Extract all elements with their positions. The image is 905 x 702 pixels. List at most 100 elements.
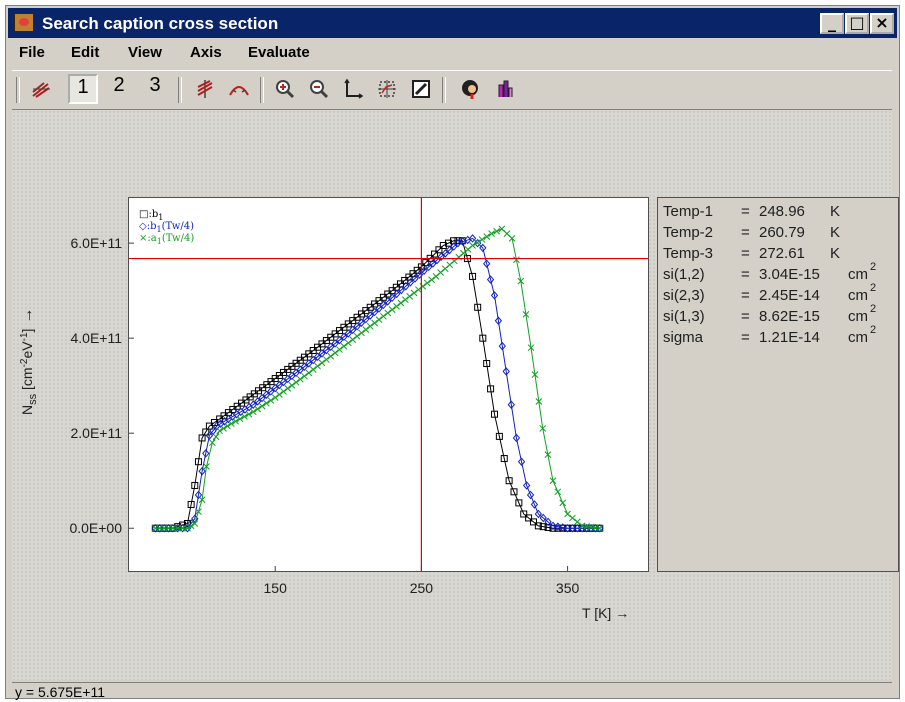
data-point (432, 273, 440, 280)
data-point (358, 329, 365, 337)
data-point (423, 279, 431, 287)
data-point (349, 336, 357, 343)
data-point (428, 276, 435, 284)
data-point (380, 312, 387, 320)
chart-bars-icon[interactable] (490, 74, 520, 104)
data-point (564, 510, 571, 518)
data-point (388, 306, 396, 314)
x-tick-label: 250 (410, 580, 434, 596)
data-point (353, 332, 361, 340)
data-point (340, 342, 348, 350)
data-point (401, 296, 409, 304)
data-point (406, 293, 414, 300)
data-point (314, 362, 321, 370)
x-axis-label: T [K] → (582, 605, 629, 621)
portrait-icon[interactable] (456, 74, 486, 104)
maximize-button[interactable]: □ (845, 13, 869, 34)
view-3-button[interactable]: 3 (140, 74, 170, 104)
data-point (464, 246, 472, 253)
toolbar-separator (260, 77, 264, 103)
data-point (559, 499, 567, 507)
data-point (393, 302, 400, 310)
data-point (296, 375, 304, 383)
data-point (455, 253, 463, 261)
data-point (441, 265, 449, 273)
data-point (318, 359, 326, 367)
peak-icon[interactable] (224, 74, 254, 104)
data-point (331, 349, 339, 357)
toolbar-separator (442, 77, 446, 103)
menu-edit[interactable]: Edit (71, 44, 99, 61)
y-tick-label: 0.0E+00 (69, 520, 122, 536)
edit-icon[interactable] (406, 74, 436, 104)
view-2-button[interactable]: 2 (104, 74, 134, 104)
data-point (371, 319, 378, 327)
zoom-in-icon[interactable] (270, 74, 300, 104)
data-point (280, 388, 287, 395)
toolbar: 1 2 3 (12, 70, 892, 110)
series-line (155, 237, 600, 529)
close-button[interactable]: × (870, 13, 894, 34)
menu-bar: File Edit View Axis Evaluate (8, 40, 897, 66)
window-title: Search caption cross section (42, 14, 279, 33)
app-icon[interactable] (14, 13, 34, 32)
series-line (155, 228, 600, 529)
data-point (415, 286, 422, 294)
legend-entry-a1-tw4: ×:a1(Tw/4) (139, 233, 194, 246)
data-point (323, 356, 330, 363)
zoom-out-icon[interactable] (304, 74, 334, 104)
data-point (191, 520, 199, 527)
data-point (284, 385, 292, 392)
data-point (327, 352, 335, 360)
readout-panel: Temp-1 = 248.96 K Temp-2 = 260.79 K Temp-3 = 272… (657, 197, 899, 572)
view-1-button[interactable]: 1 (68, 74, 98, 104)
data-point (554, 488, 562, 496)
menu-view[interactable]: View (128, 44, 162, 61)
x-tick-label: 150 (264, 580, 288, 596)
data-point (397, 299, 405, 307)
menu-file[interactable]: File (19, 44, 45, 61)
series-line (155, 240, 600, 529)
status-bar: y = 5.675E+11 (12, 682, 892, 701)
data-point (362, 326, 370, 333)
y-tick-label: 4.0E+11 (70, 330, 122, 346)
data-point (288, 381, 296, 389)
content-area: 150 250 350 0.0E+00 2.0E+11 4.0E+11 6.0E+11 □:… (12, 110, 899, 680)
app-window: Search caption cross section _ □ × File … (5, 5, 900, 701)
data-point (437, 269, 444, 276)
data-point (276, 391, 283, 398)
minimize-button[interactable]: _ (820, 13, 844, 34)
data-point (344, 339, 352, 347)
data-point (410, 289, 418, 297)
menu-axis[interactable]: Axis (190, 44, 222, 61)
legend: □:b1 ◇:b1(Tw/4) ×:a1(Tw/4) (139, 209, 194, 246)
data-point (569, 514, 576, 522)
data-point (336, 346, 343, 353)
data-point (375, 316, 383, 323)
series-b1(Tw/4) (151, 234, 604, 533)
toolbar-separator (178, 77, 182, 103)
toolbar-separator (16, 77, 20, 103)
add-marker-icon[interactable] (190, 74, 220, 104)
data-point (366, 322, 374, 330)
curve-tool-icon[interactable] (26, 74, 56, 104)
y-tick-label: 6.0E+11 (70, 235, 122, 251)
data-point (309, 366, 317, 373)
axes-icon[interactable] (338, 74, 368, 104)
title-bar[interactable]: Search caption cross section _ □ × (8, 8, 897, 38)
menu-evaluate[interactable]: Evaluate (248, 44, 310, 61)
fit-icon[interactable] (372, 74, 402, 104)
data-point (292, 378, 300, 386)
data-point (384, 309, 392, 317)
x-tick-label: 350 (556, 580, 580, 596)
data-point (305, 369, 313, 377)
data-point (301, 372, 308, 380)
y-tick-label: 2.0E+11 (70, 425, 122, 441)
status-text: y = 5.675E+11 (15, 684, 106, 700)
data-point (419, 283, 427, 290)
data-point (446, 261, 454, 269)
data-point (212, 433, 220, 441)
data-point (208, 439, 216, 447)
series-a1(Tw/4) (151, 225, 604, 532)
y-axis-label: Nss [cm-2eV-1]→ (19, 308, 39, 415)
